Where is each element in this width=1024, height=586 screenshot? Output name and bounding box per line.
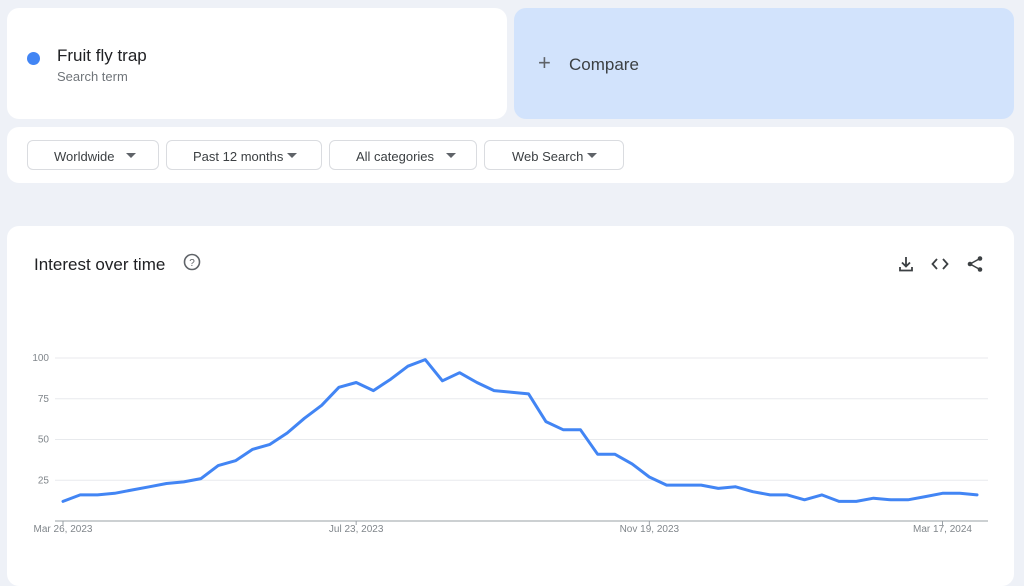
data-point [682,484,685,487]
data-point [372,389,375,392]
interest-over-time-panel: Interest over time ? 25 50 75 100 Mar 26, 20… [7,226,1014,586]
filter-bar: Worldwide Past 12 months All categories … [7,127,1014,183]
data-point [820,493,823,496]
data-point [303,417,306,420]
category-filter-dropdown[interactable]: All categories [329,140,477,170]
data-point [182,480,185,483]
caret-down-icon [587,153,597,158]
compare-button[interactable]: + Compare [514,8,1014,119]
data-point [79,493,82,496]
x-tick-label: Mar 17, 2024 [913,524,972,535]
data-point [769,493,772,496]
time-range-filter-label: Past 12 months [193,149,284,164]
y-tick-label: 25 [38,475,50,486]
data-point [320,404,323,407]
x-tick-label: Mar 26, 2023 [34,524,93,535]
data-point [855,500,858,503]
data-point [424,358,427,361]
data-point [234,459,237,462]
y-tick-label: 75 [38,394,50,405]
data-point [941,492,944,495]
x-tick-label: Jul 23, 2023 [329,524,384,535]
data-point [562,428,565,431]
data-point [406,365,409,368]
data-point [355,381,358,384]
data-point [579,428,582,431]
data-point [734,485,737,488]
data-point [527,392,530,395]
data-point [217,464,220,467]
search-term-card[interactable]: Fruit fly trap Search term [7,8,507,119]
data-point [596,453,599,456]
data-point [976,493,979,496]
location-filter-label: Worldwide [54,149,115,164]
caret-down-icon [126,153,136,158]
y-tick-label: 50 [38,435,50,446]
location-filter-dropdown[interactable]: Worldwide [27,140,159,170]
plus-icon: + [538,50,551,75]
data-point [286,431,289,434]
data-point [700,484,703,487]
data-point [648,475,651,478]
search-type-filter-dropdown[interactable]: Web Search [484,140,624,170]
data-point [907,498,910,501]
search-type-filter-label: Web Search [512,149,584,164]
y-tick-label: 100 [32,353,49,364]
data-point [148,485,151,488]
data-point [751,490,754,493]
interest-line-chart: 25 50 75 100 Mar 26, 2023 Jul 23, 2023 Nov 19,… [32,353,988,535]
data-point [544,420,547,423]
data-point [510,391,513,394]
data-point [458,371,461,374]
data-point [717,487,720,490]
x-tick-label: Nov 19, 2023 [620,524,680,535]
data-point [665,484,668,487]
time-range-filter-dropdown[interactable]: Past 12 months [166,140,322,170]
compare-label: Compare [569,55,639,74]
data-point [251,448,254,451]
data-point [924,495,927,498]
data-point [113,492,116,495]
data-point [889,498,892,501]
caret-down-icon [287,153,297,158]
data-point [130,489,133,492]
data-point [165,482,168,485]
data-point [958,492,961,495]
data-point [872,497,875,500]
series-color-dot [27,52,40,65]
caret-down-icon [446,153,456,158]
data-point [389,378,392,381]
data-point [475,381,478,384]
data-point [803,498,806,501]
data-point [493,389,496,392]
data-point [199,477,202,480]
search-term-title[interactable]: Fruit fly trap [57,46,147,66]
data-point [838,500,841,503]
data-point [631,462,634,465]
search-term-subtitle: Search term [57,69,128,84]
data-point [268,443,271,446]
data-point [441,379,444,382]
data-point [96,493,99,496]
data-point [786,493,789,496]
data-point [613,453,616,456]
data-point [62,500,65,503]
data-point [337,386,340,389]
category-filter-label: All categories [356,149,435,164]
